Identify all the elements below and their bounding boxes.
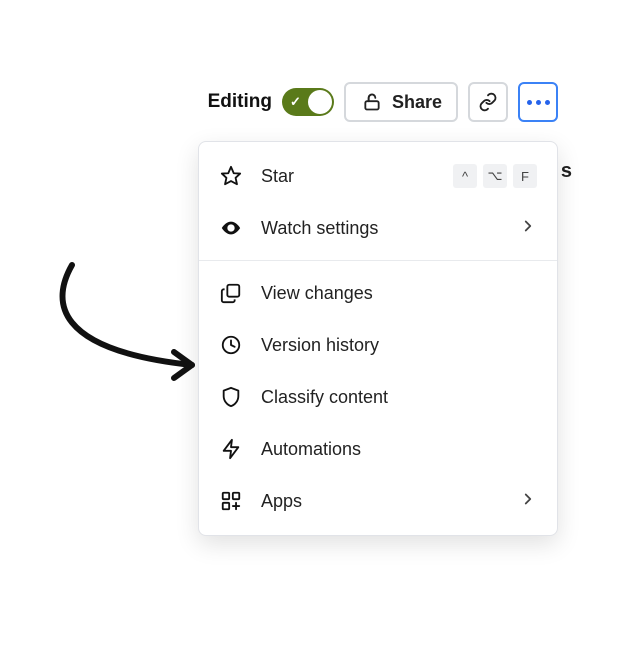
- menu-item-label: Apps: [261, 491, 501, 512]
- menu-item-automations[interactable]: Automations: [199, 423, 557, 475]
- menu-divider: [199, 260, 557, 261]
- more-actions-button[interactable]: [518, 82, 558, 122]
- menu-item-label: Classify content: [261, 387, 537, 408]
- menu-item-label: View changes: [261, 283, 537, 304]
- share-button[interactable]: Share: [344, 82, 458, 122]
- toggle-knob: [308, 90, 332, 114]
- menu-item-label: Watch settings: [261, 218, 501, 239]
- chevron-right-icon: [519, 217, 537, 240]
- link-icon: [476, 90, 500, 114]
- more-icon: [527, 100, 550, 105]
- top-toolbar: Editing ✓ Share: [208, 82, 558, 122]
- lock-open-icon: [360, 90, 384, 114]
- menu-item-version-history[interactable]: Version history: [199, 319, 557, 371]
- check-icon: ✓: [290, 94, 301, 110]
- kbd-key: ^: [453, 164, 477, 188]
- menu-item-watch-settings[interactable]: Watch settings: [199, 202, 557, 254]
- star-icon: [219, 164, 243, 188]
- cropped-text: s: [561, 160, 572, 183]
- menu-item-view-changes[interactable]: View changes: [199, 267, 557, 319]
- menu-item-apps[interactable]: Apps: [199, 475, 557, 527]
- annotation-arrow: [42, 260, 212, 395]
- eye-icon: [219, 216, 243, 240]
- lightning-icon: [219, 437, 243, 461]
- shield-icon: [219, 385, 243, 409]
- copy-link-button[interactable]: [468, 82, 508, 122]
- editing-label: Editing: [208, 91, 272, 113]
- chevron-right-icon: [519, 490, 537, 513]
- kbd-key: ⌥: [483, 164, 507, 188]
- clock-icon: [219, 333, 243, 357]
- editing-mode: Editing ✓: [208, 88, 334, 116]
- kbd-key: F: [513, 164, 537, 188]
- menu-item-classify-content[interactable]: Classify content: [199, 371, 557, 423]
- changes-icon: [219, 281, 243, 305]
- menu-item-star[interactable]: Star ^ ⌥ F: [199, 150, 557, 202]
- menu-item-label: Automations: [261, 439, 537, 460]
- editing-toggle[interactable]: ✓: [282, 88, 334, 116]
- apps-icon: [219, 489, 243, 513]
- shortcut-keys: ^ ⌥ F: [453, 164, 537, 188]
- share-label: Share: [392, 92, 442, 113]
- menu-item-label: Star: [261, 166, 435, 187]
- more-actions-menu: Star ^ ⌥ F Watch settings View changes V…: [198, 141, 558, 536]
- menu-item-label: Version history: [261, 335, 537, 356]
